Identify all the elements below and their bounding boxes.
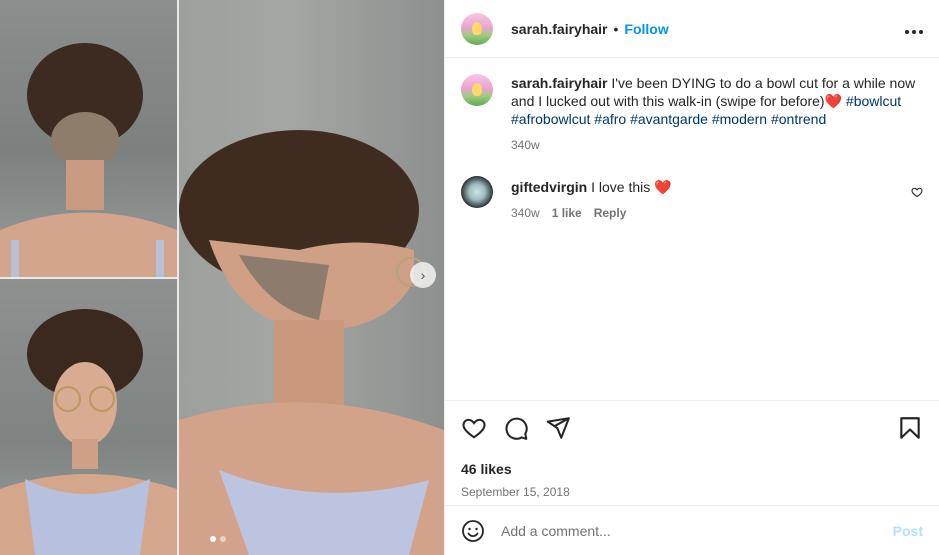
comments-list[interactable]: sarah.fairyhair I've been DYING to do a … [445,58,939,400]
paper-plane-icon[interactable] [545,415,571,441]
comment-body: giftedvirgin I love this ❤️ 340w 1 like … [511,176,923,222]
hashtag-bowlcut[interactable]: #bowlcut [846,93,901,109]
header-separator: • [613,20,619,37]
comment-composer: Post [445,505,939,555]
collage-divider-vertical [177,0,179,555]
collage-divider-horizontal [0,277,177,279]
hashtag-afro[interactable]: #afro [594,111,626,127]
carousel-dot-active [210,536,216,542]
comment-text-block: giftedvirgin I love this ❤️ [511,178,923,196]
photo-front-face [0,279,177,555]
hashtag-avantgarde[interactable]: #avantgarde [630,111,708,127]
caption-meta: 340w [511,136,923,154]
follow-button[interactable]: Follow [624,21,668,37]
chevron-right-icon: › [420,267,426,283]
comment-reply-button[interactable]: Reply [594,204,627,222]
caption-time[interactable]: 340w [511,136,540,154]
caption-body: sarah.fairyhair I've been DYING to do a … [511,74,923,154]
carousel-next-button[interactable]: › [410,262,436,288]
hashtag-ontrend[interactable]: #ontrend [771,111,826,127]
heart-outline-icon[interactable] [461,415,487,441]
action-icons-row [461,415,923,441]
photo-side-profile [179,0,444,555]
add-comment-input[interactable] [501,522,893,539]
bookmark-icon[interactable] [897,415,923,441]
comment-like-heart-icon[interactable] [911,186,923,198]
heart-emoji-icon: ❤️ [824,93,843,109]
heart-emoji-icon: ❤️ [654,179,672,195]
post-media[interactable]: › [0,0,444,555]
emoji-icon[interactable] [461,519,485,543]
comment-row: giftedvirgin I love this ❤️ 340w 1 like … [461,176,923,222]
caption-row: sarah.fairyhair I've been DYING to do a … [461,74,923,154]
carousel-dot [220,536,226,542]
hashtag-afrobowlcut[interactable]: #afrobowlcut [511,111,590,127]
post-comment-button[interactable]: Post [893,523,923,539]
back-head-illustration [0,43,177,277]
side-profile-illustration [179,130,444,555]
comment-text: I love this [591,179,651,195]
more-options-icon[interactable] [905,18,923,39]
caption-avatar[interactable] [461,74,493,106]
caption-username[interactable]: sarah.fairyhair [511,75,608,91]
comment-meta: 340w 1 like Reply [511,204,923,222]
comment-likes-count[interactable]: 1 like [552,204,582,222]
author-username[interactable]: sarah.fairyhair [511,21,608,37]
post-side-panel: sarah.fairyhair • Follow sarah.fairyhair… [444,0,939,555]
comment-time[interactable]: 340w [511,204,540,222]
author-avatar[interactable] [461,12,493,45]
post-header: sarah.fairyhair • Follow [445,0,939,58]
comment-bubble-icon[interactable] [503,415,529,441]
photo-back-of-head [0,0,177,277]
likes-count[interactable]: 46 likes [461,461,923,477]
caption-text-block: sarah.fairyhair I've been DYING to do a … [511,74,923,128]
carousel-dots [210,536,226,542]
post-date[interactable]: September 15, 2018 [461,485,923,499]
commenter-avatar[interactable] [461,176,493,208]
hashtag-modern[interactable]: #modern [712,111,767,127]
post-actions: 46 likes September 15, 2018 [445,400,939,499]
front-face-illustration [0,309,177,555]
comment-username[interactable]: giftedvirgin [511,179,587,195]
